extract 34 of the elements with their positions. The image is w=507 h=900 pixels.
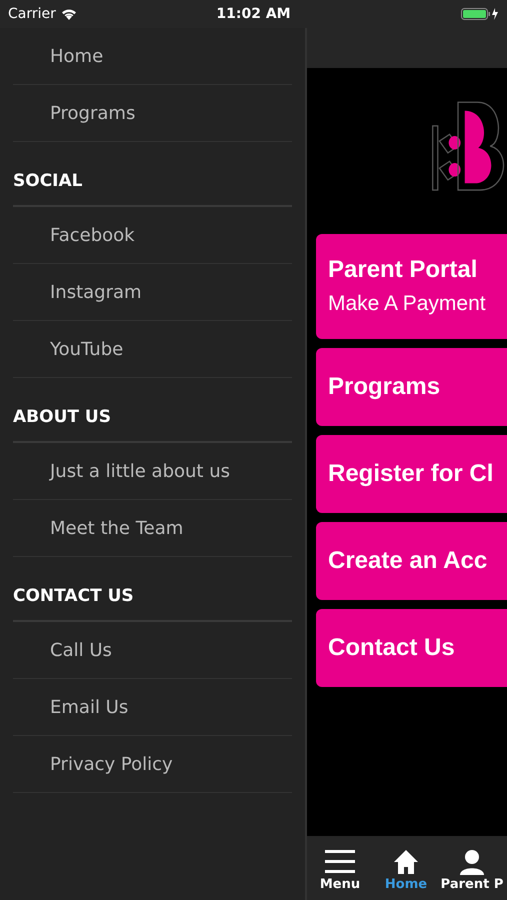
menu-icon: [325, 849, 355, 875]
menu-card[interactable]: Register for Cl: [316, 435, 507, 513]
drawer-item[interactable]: Facebook: [13, 207, 292, 264]
card-title: Create an Acc: [328, 547, 488, 575]
person-icon: [459, 849, 485, 875]
drawer-item[interactable]: Home: [13, 28, 292, 85]
menu-card[interactable]: Programs: [316, 348, 507, 426]
drawer-item[interactable]: Just a little about us: [13, 443, 292, 500]
tab-button[interactable]: Home: [373, 836, 439, 900]
card-title: Register for Cl: [328, 460, 494, 488]
menu-card[interactable]: Parent Portal Make A Payment: [316, 234, 507, 339]
clock-time: 11:02 AM: [216, 6, 291, 22]
carrier-label: Carrier: [8, 6, 56, 22]
drawer-item[interactable]: Email Us: [13, 679, 292, 736]
drawer-item[interactable]: Programs: [13, 85, 292, 142]
menu-card[interactable]: Create an Acc: [316, 522, 507, 600]
drawer-item[interactable]: YouTube: [13, 321, 292, 378]
battery-icon: [461, 7, 499, 21]
drawer-item[interactable]: Call Us: [13, 622, 292, 679]
tab-button[interactable]: Menu: [307, 836, 373, 900]
tab-button[interactable]: Parent P: [439, 836, 505, 900]
drawer-item[interactable]: Privacy Policy: [13, 736, 292, 793]
home-icon: [393, 849, 419, 875]
section-header: CONTACT US: [13, 586, 134, 606]
drawer-item[interactable]: Meet the Team: [13, 500, 292, 557]
card-subtitle: Make A Payment: [328, 292, 487, 316]
card-title: Contact Us: [328, 634, 456, 662]
section-header: ABOUT US: [13, 407, 111, 427]
wifi-icon: [60, 8, 77, 20]
card-title: Programs: [328, 373, 442, 401]
card-title: Parent Portal: [328, 256, 478, 284]
drawer-item[interactable]: Instagram: [13, 264, 292, 321]
section-header: SOCIAL: [13, 171, 82, 191]
menu-card[interactable]: Contact Us: [316, 609, 507, 687]
